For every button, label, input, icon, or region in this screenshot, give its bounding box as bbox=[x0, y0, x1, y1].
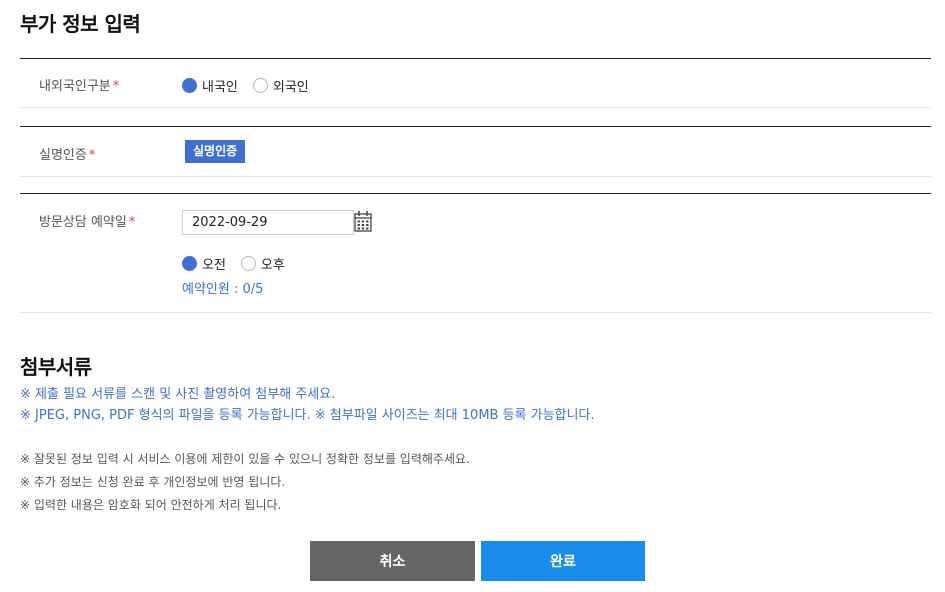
nationality-label: 내외국인구분 * bbox=[39, 79, 120, 94]
attachment-note: ※ 제출 필요 서류를 스캔 및 사진 촬영하여 첨부해 주세요. bbox=[20, 387, 336, 402]
radio-foreigner[interactable]: 외국인 bbox=[252, 76, 309, 95]
info-note: ※ 입력한 내용은 암호화 되어 안전하게 처리 됩니다. bbox=[20, 498, 282, 512]
visit-date-label: 방문상담 예약일 * bbox=[39, 215, 136, 230]
nationality-radio-group: 내국인 외국인 bbox=[182, 76, 324, 95]
verification-label: 실명인증 * bbox=[39, 148, 96, 163]
info-note: ※ 추가 정보는 신청 완료 후 개인정보에 반영 됩니다. bbox=[20, 475, 286, 489]
radio-checked-icon[interactable] bbox=[182, 78, 197, 93]
visit-date-row: 방문상담 예약일 * 2022-09-29 오전 오후 예약인원: 0/5 bbox=[20, 193, 931, 313]
verification-row: 실명인증 * 실명인증 bbox=[20, 126, 931, 177]
cancel-button[interactable]: 취소 bbox=[310, 541, 475, 581]
page-title: 부가 정보 입력 bbox=[20, 12, 141, 36]
calendar-icon[interactable] bbox=[354, 210, 372, 232]
attachment-note: ※ JPEG, PNG, PDF 형식의 파일을 등록 가능합니다. ※ 첨부파… bbox=[20, 408, 595, 423]
nationality-row: 내외국인구분 * 내국인 외국인 bbox=[20, 58, 931, 108]
radio-afternoon[interactable]: 오후 bbox=[240, 254, 285, 273]
radio-checked-icon[interactable] bbox=[182, 256, 197, 271]
attachments-title: 첨부서류 bbox=[20, 355, 92, 379]
radio-unchecked-icon[interactable] bbox=[252, 78, 268, 93]
booking-count: 예약인원 : 0/5 bbox=[182, 282, 264, 297]
required-mark: * bbox=[128, 215, 136, 230]
visit-date-input[interactable]: 2022-09-29 bbox=[182, 210, 354, 235]
verify-button[interactable]: 실명인증 bbox=[185, 140, 246, 163]
radio-morning[interactable]: 오전 bbox=[182, 254, 226, 273]
radio-domestic[interactable]: 내국인 bbox=[182, 76, 238, 95]
additional-info-page: 부가 정보 입력 내외국인구분 * 내국인 외국인 실명인증 * 실명인증 방문상담… bbox=[0, 0, 945, 592]
confirm-button[interactable]: 완료 bbox=[481, 541, 645, 581]
required-mark: * bbox=[88, 148, 96, 163]
time-radio-group: 오전 오후 bbox=[182, 254, 300, 273]
info-note: ※ 잘못된 정보 입력 시 서비스 이용에 제한이 있을 수 있으니 정확한 정… bbox=[20, 452, 470, 466]
radio-unchecked-icon[interactable] bbox=[240, 256, 256, 271]
required-mark: * bbox=[112, 79, 120, 94]
